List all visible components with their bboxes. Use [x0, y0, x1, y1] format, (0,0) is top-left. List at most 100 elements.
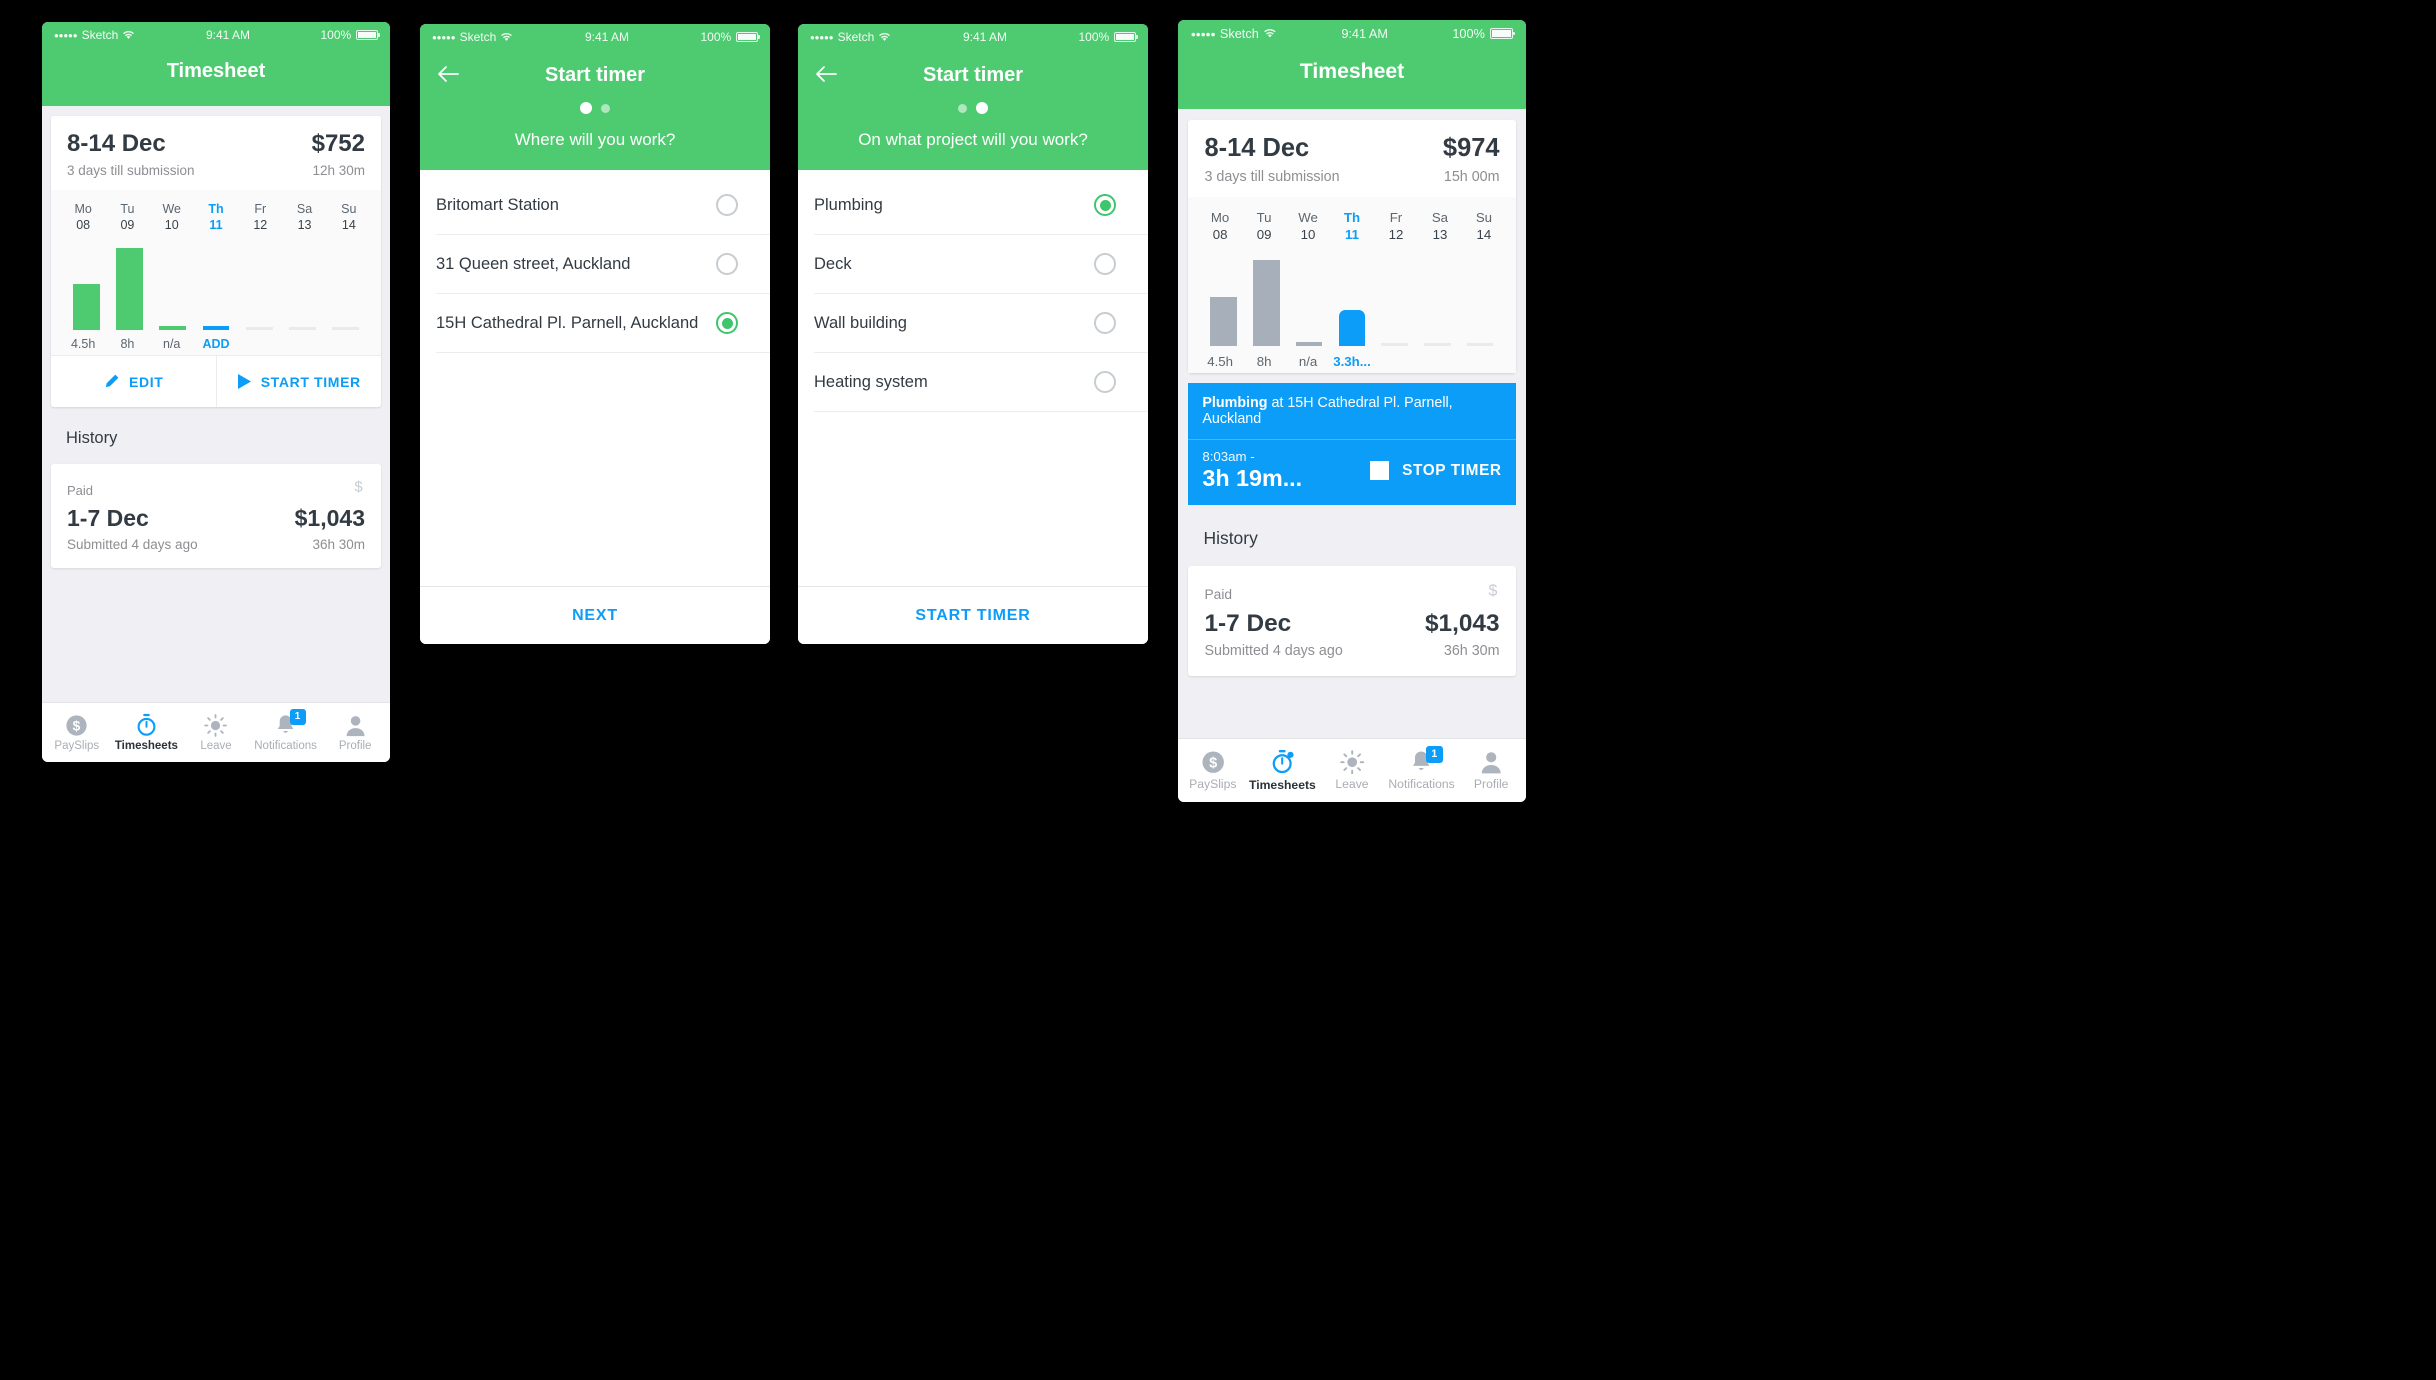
option-row[interactable]: Deck [814, 235, 1148, 294]
day-column-tu[interactable]: Tu 09 [1242, 210, 1286, 242]
history-status-row: Paid $ [67, 477, 365, 499]
play-icon [237, 373, 252, 390]
tab-notifications[interactable]: Notifications 1 [251, 703, 321, 762]
stop-timer-label: STOP TIMER [1402, 461, 1502, 479]
timer-elapsed-group: 8:03am -3h 19m... [1202, 449, 1302, 492]
person-icon [345, 714, 366, 737]
summary-row-secondary: 3 days till submission 15h 00m [1204, 169, 1499, 185]
option-row[interactable]: Plumbing [814, 176, 1148, 235]
wifi-icon [1263, 28, 1277, 39]
status-bar-right: 100% [1452, 26, 1516, 41]
day-number-label: 08 [1212, 227, 1228, 243]
chart-bar [116, 248, 144, 330]
option-radio[interactable] [716, 253, 738, 275]
stop-square-icon [1370, 461, 1390, 481]
primary-action-button[interactable]: NEXT [420, 586, 770, 644]
chart-bar [73, 284, 100, 330]
tab-notifications[interactable]: Notifications 1 [1387, 739, 1457, 802]
content-scroll[interactable]: 8-14 Dec $752 3 days till submission 12h 30… [42, 106, 390, 702]
option-radio[interactable] [716, 194, 738, 216]
primary-action-button[interactable]: START TIMER [798, 586, 1148, 644]
history-amount-label: $1,043 [1424, 609, 1500, 637]
history-entry-card[interactable]: Paid $1-7 Dec $1,043 Submitted 4 days ago 36… [51, 464, 381, 568]
tab-timesheets[interactable]: Timesheets [112, 703, 182, 762]
option-row[interactable]: 15H Cathedral Pl. Parnell, Auckland [436, 294, 770, 353]
carrier-label: Sketch [459, 30, 497, 44]
day-number-label: 14 [1476, 227, 1492, 243]
day-column-sa[interactable]: Sa 13 [1418, 210, 1462, 242]
chart-bar [245, 327, 273, 330]
amount-label: $752 [311, 130, 365, 157]
option-radio[interactable] [1094, 253, 1116, 275]
chart-bar [1424, 343, 1451, 347]
tab-profile[interactable]: Profile [1456, 739, 1526, 802]
day-column-mo[interactable]: Mo 08 [61, 202, 105, 232]
option-row[interactable]: Britomart Station [436, 176, 770, 235]
day-column-th[interactable]: Th 11 [194, 202, 238, 232]
bottom-tab-bar: $ PaySlips Timesheets Leave Notifications 1 Pr… [1178, 738, 1526, 802]
option-radio[interactable] [1094, 194, 1116, 216]
option-radio[interactable] [716, 312, 738, 334]
day-column-we[interactable]: We 10 [1286, 210, 1330, 242]
timer-banner-top: Plumbing at 15H Cathedral Pl. Parnell, A… [1187, 383, 1517, 440]
svg-text:$: $ [73, 718, 81, 733]
day-number-label: 12 [253, 218, 268, 232]
tab-leave[interactable]: Leave [1317, 739, 1387, 802]
chart-hour-label: 4.5h [1207, 353, 1233, 369]
history-section-label: History [1203, 528, 1258, 549]
option-row[interactable]: Heating system [814, 353, 1148, 412]
day-column-tu[interactable]: Tu 09 [105, 202, 149, 232]
day-column-sa[interactable]: Sa 13 [282, 202, 326, 232]
tab-label: Profile [1473, 777, 1509, 792]
battery-icon [736, 32, 760, 42]
history-period-label: 1-7 Dec [1204, 609, 1292, 637]
tab-label: Notifications [254, 739, 317, 752]
day-column-su[interactable]: Su 14 [1462, 210, 1506, 242]
duration-label: 12h 30m [312, 163, 365, 178]
back-button[interactable] [436, 64, 460, 84]
bottom-tab-bar: $ PaySlips Timesheets Leave Notifications 1 Pr… [42, 702, 390, 762]
day-column-fr[interactable]: Fr 12 [238, 202, 282, 232]
option-radio[interactable] [1094, 371, 1116, 393]
app-header: ●●●●● Sketch 9:41 AM 100% Start timer Where w… [420, 24, 770, 170]
tab-payslips[interactable]: $ PaySlips [1178, 739, 1248, 802]
tab-payslips[interactable]: $ PaySlips [42, 703, 112, 762]
day-column-mo[interactable]: Mo 08 [1198, 210, 1242, 242]
chart-hour-label: 8h [1256, 353, 1272, 369]
dollar-coin-icon: $ [1201, 750, 1225, 774]
chart-bar [1338, 310, 1366, 347]
history-entry-card[interactable]: Paid $1-7 Dec $1,043 Submitted 4 days ago 36… [1187, 566, 1517, 676]
option-label: Heating system [814, 372, 928, 391]
day-column-su[interactable]: Su 14 [327, 202, 371, 232]
wifi-icon [878, 32, 891, 42]
option-row[interactable]: Wall building [814, 294, 1148, 353]
chart-hour-label: n/a [163, 337, 181, 351]
day-column-th[interactable]: Th 11 [1330, 210, 1374, 242]
day-name-label: Tu [1256, 210, 1272, 226]
chart-hour-label [238, 337, 282, 351]
chart-hour-label [1374, 354, 1418, 369]
day-column-fr[interactable]: Fr 12 [1374, 210, 1418, 242]
tab-timesheets[interactable]: Timesheets [1248, 739, 1318, 802]
app-header: ●●●●● Sketch 9:41 AM 100% Timesheet [1178, 20, 1526, 110]
option-row[interactable]: 31 Queen street, Auckland [436, 235, 770, 294]
content-scroll[interactable]: 8-14 Dec $974 3 days till submission 15h 00… [1178, 109, 1526, 739]
option-radio[interactable] [1094, 312, 1116, 334]
timesheet-summary: 8-14 Dec $752 3 days till submission 12h 30… [51, 116, 381, 190]
tab-leave[interactable]: Leave [181, 703, 251, 762]
summary-row-primary: 8-14 Dec $752 [67, 130, 365, 158]
back-button[interactable] [814, 64, 838, 84]
history-duration-label: 36h 30m [312, 537, 365, 552]
tab-label: Leave [1335, 777, 1369, 792]
day-name-label: We [1298, 210, 1318, 226]
action-start-timer-button[interactable]: START TIMER [215, 356, 382, 407]
tab-profile[interactable]: Profile [320, 703, 390, 762]
day-column-we[interactable]: We 10 [150, 202, 194, 232]
step-dot-1 [958, 103, 967, 113]
action-edit-button[interactable]: EDIT [51, 356, 216, 407]
carrier-label: Sketch [1219, 26, 1259, 42]
header-title-row: Start timer [798, 50, 1148, 87]
signal-dots-icon: ●●●●● [432, 32, 456, 42]
stop-timer-button[interactable]: STOP TIMER [1370, 461, 1502, 481]
chart-bar-col [1288, 342, 1331, 347]
